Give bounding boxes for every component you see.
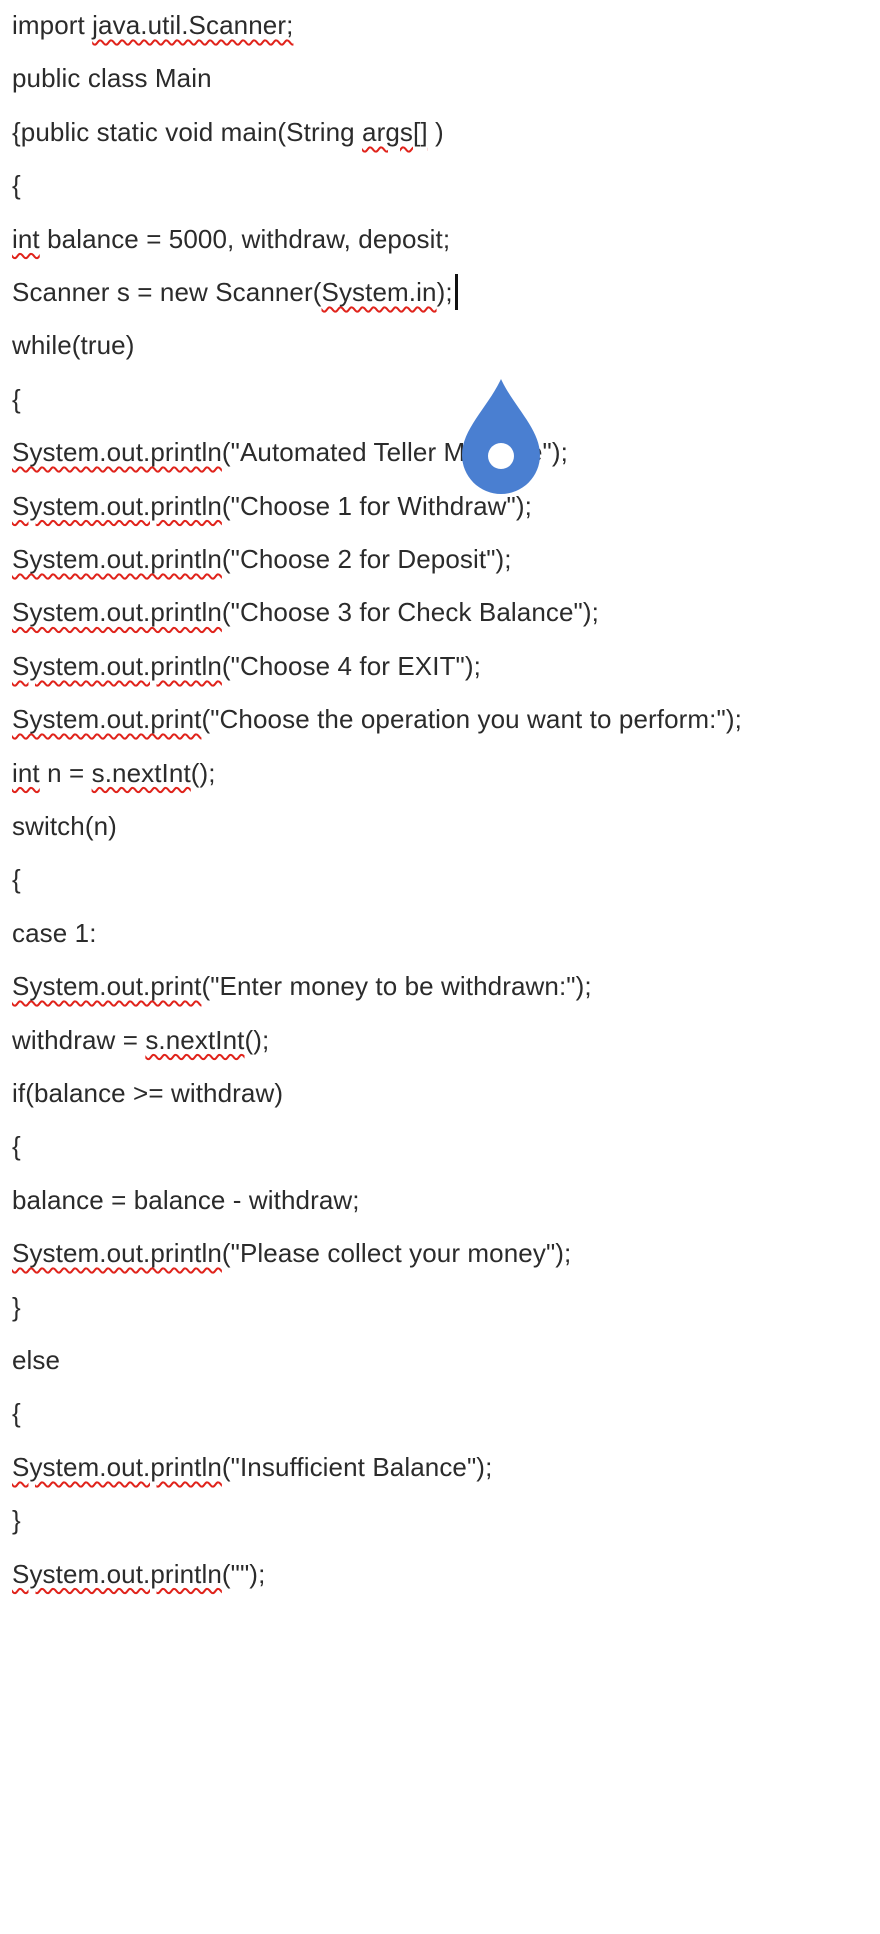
text-cursor <box>454 274 458 311</box>
line-text: ("Choose 4 for EXIT"); <box>221 650 481 681</box>
selection-handle-shape <box>462 379 540 494</box>
line-text: { <box>12 1398 21 1429</box>
code-line[interactable]: System.out.println("Choose 2 for Deposit… <box>12 539 512 579</box>
code-line[interactable]: balance = balance - withdraw; <box>12 1180 360 1220</box>
code-line[interactable]: { <box>12 1393 21 1433</box>
line-text: ) <box>427 116 444 147</box>
code-line[interactable]: { <box>12 859 21 899</box>
code-line[interactable]: System.out.println("Insufficient Balance… <box>12 1447 492 1487</box>
line-text: { <box>12 1131 21 1162</box>
misspelled-word: System.out.println <box>12 544 222 574</box>
line-text: (""); <box>221 1558 266 1589</box>
line-text: balance = 5000, withdraw, deposit; <box>39 223 451 254</box>
line-text: ("Please collect your money"); <box>221 1238 572 1269</box>
code-line[interactable]: Scanner s = new Scanner(System.in); <box>12 272 458 312</box>
misspelled-word: System.out.print <box>12 704 202 735</box>
code-line[interactable]: if(balance >= withdraw) <box>12 1073 283 1113</box>
line-text: ); <box>436 277 453 307</box>
code-line[interactable]: } <box>12 1500 21 1540</box>
line-text: public class Main <box>12 63 212 94</box>
line-text: ("Choose 2 for Deposit"); <box>221 544 512 574</box>
text-selection-handle-icon[interactable] <box>460 377 542 495</box>
code-line[interactable]: System.out.println("Please collect your … <box>12 1233 571 1273</box>
line-text: { <box>12 864 21 895</box>
misspelled-word: System.out.println <box>12 597 222 628</box>
line-text: } <box>12 1505 21 1536</box>
code-line[interactable]: System.out.print("Enter money to be with… <box>12 966 592 1006</box>
code-line[interactable]: System.out.println("Choose 4 for EXIT"); <box>12 646 481 686</box>
line-text: while(true) <box>12 330 135 361</box>
document-page[interactable]: import java.util.Scanner; public class Ma… <box>0 0 880 1934</box>
line-text: ("Choose 1 for Withdraw"); <box>221 490 532 521</box>
line-text: switch(n) <box>12 811 117 841</box>
code-line[interactable]: while(true) <box>12 325 134 365</box>
line-text: if(balance >= withdraw) <box>12 1078 284 1108</box>
line-text: case 1: <box>12 917 97 948</box>
line-text: ("Choose 3 for Check Balance"); <box>221 597 599 628</box>
misspelled-word: System.out.println <box>12 650 222 681</box>
code-line[interactable]: switch(n) <box>12 806 117 846</box>
misspelled-word: System.out.println <box>12 1451 222 1482</box>
code-line[interactable]: import java.util.Scanner; <box>12 5 293 45</box>
misspelled-word: System.out.println <box>12 490 222 521</box>
code-line[interactable]: System.out.println(""); <box>12 1554 265 1594</box>
code-line[interactable]: { <box>12 165 21 205</box>
code-line[interactable]: } <box>12 1287 21 1327</box>
line-text: (); <box>244 1024 270 1055</box>
misspelled-word: System.out.println <box>12 437 222 468</box>
misspelled-word: s.nextInt <box>91 757 191 788</box>
code-line[interactable]: withdraw = s.nextInt(); <box>12 1020 269 1060</box>
line-text: Scanner s = new Scanner( <box>12 277 322 307</box>
line-text: n = <box>39 757 92 788</box>
code-line[interactable]: else <box>12 1340 60 1380</box>
code-line[interactable]: {public static void main(String args[] ) <box>12 112 444 152</box>
line-text: ("Insufficient Balance"); <box>221 1451 493 1482</box>
misspelled-word: int <box>12 757 40 788</box>
code-line[interactable]: { <box>12 1126 21 1166</box>
line-text: else <box>12 1345 61 1375</box>
code-line[interactable]: System.out.println("Choose 3 for Check B… <box>12 592 599 632</box>
code-line[interactable]: System.out.println("Choose 1 for Withdra… <box>12 486 532 526</box>
code-line[interactable]: int balance = 5000, withdraw, deposit; <box>12 219 450 259</box>
misspelled-word: System.in <box>321 277 437 307</box>
line-text: (); <box>190 757 216 788</box>
code-line[interactable]: public class Main <box>12 58 212 98</box>
line-text: import <box>12 10 93 40</box>
line-text: withdraw = <box>12 1024 146 1055</box>
line-text: { <box>12 170 21 201</box>
misspelled-word: int <box>12 223 40 254</box>
line-text: } <box>12 1291 21 1322</box>
misspelled-word: java.util.Scanner; <box>92 10 294 40</box>
line-text: { <box>12 383 21 414</box>
code-line[interactable]: int n = s.nextInt(); <box>12 753 216 793</box>
code-line[interactable]: { <box>12 379 21 419</box>
line-text: ("Choose the operation you want to perfo… <box>201 704 742 735</box>
code-line[interactable]: System.out.print("Choose the operation y… <box>12 699 742 739</box>
misspelled-word: args[] <box>362 116 428 147</box>
selection-handle-dot <box>488 443 514 469</box>
misspelled-word: System.out.print <box>12 971 202 1002</box>
misspelled-word: System.out.println <box>12 1558 222 1589</box>
line-text: balance = balance - withdraw; <box>12 1184 360 1215</box>
line-text: {public static void main(String <box>12 116 363 147</box>
code-line[interactable]: case 1: <box>12 913 97 953</box>
misspelled-word: System.out.println <box>12 1238 222 1269</box>
misspelled-word: s.nextInt <box>145 1024 245 1055</box>
line-text: ("Enter money to be withdrawn:"); <box>201 971 592 1002</box>
